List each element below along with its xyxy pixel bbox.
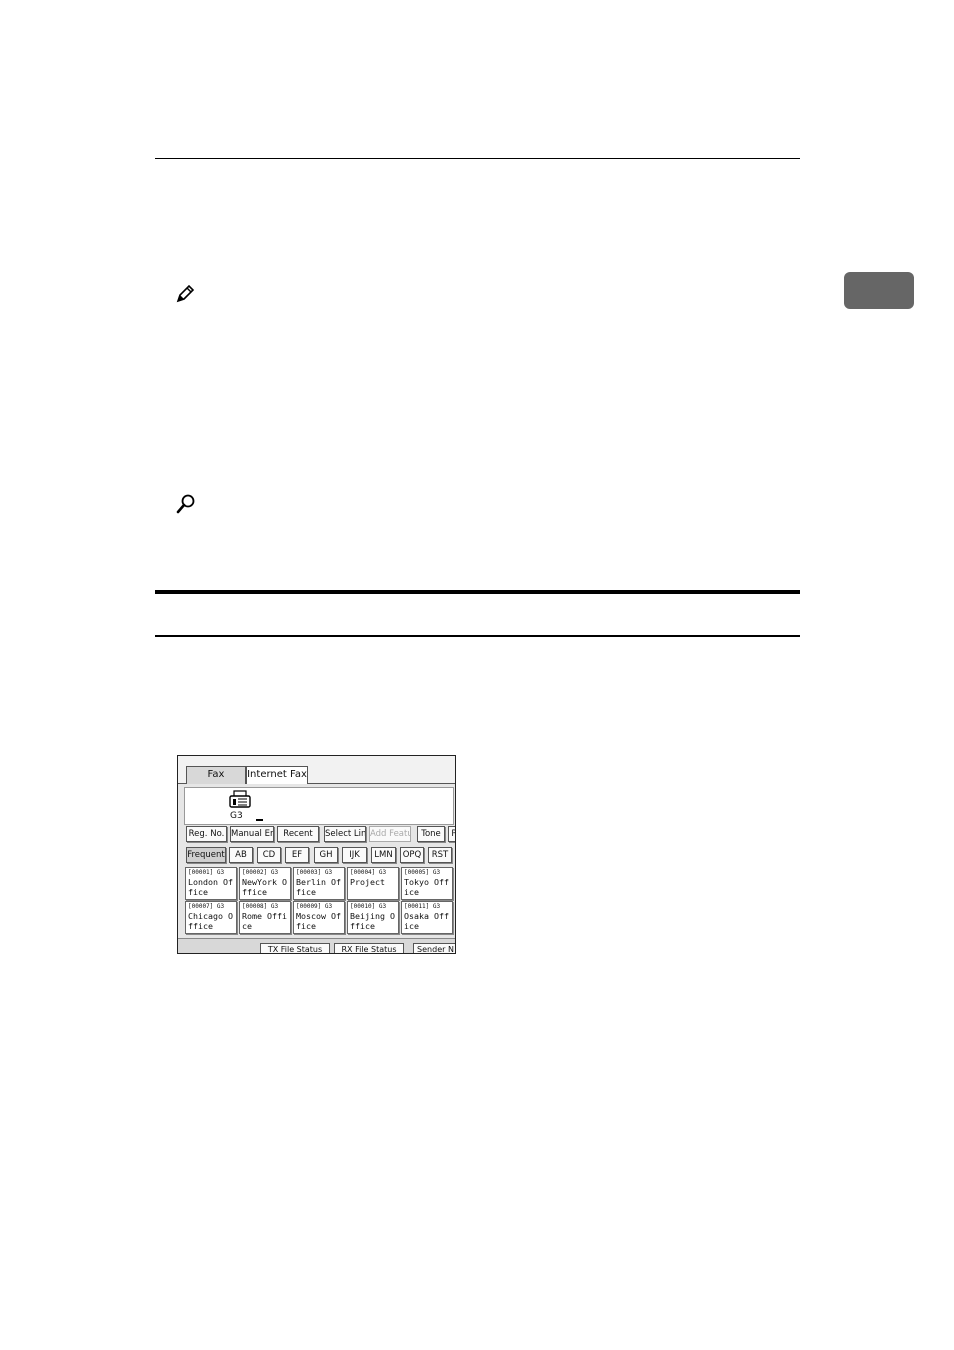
tab-fax[interactable]: Fax xyxy=(186,766,246,784)
chapter-tab xyxy=(844,272,914,309)
destination-name: Rome Office xyxy=(242,911,287,931)
destination-name: Osaka Office xyxy=(404,911,449,931)
pencil-note-icon xyxy=(176,284,195,303)
pause-button[interactable]: P xyxy=(448,826,455,842)
index-tab-opq[interactable]: OPQ xyxy=(400,847,424,863)
line-type-label: G3 xyxy=(230,811,243,821)
magnifier-reference-icon xyxy=(176,494,195,514)
select-line-button[interactable]: Select Line xyxy=(324,826,366,842)
reg-no-button[interactable]: Reg. No. xyxy=(186,826,227,842)
destination-code: [00001] G3 xyxy=(188,869,225,876)
index-tab-ab[interactable]: AB xyxy=(229,847,253,863)
index-tab-lmn[interactable]: LMN xyxy=(371,847,396,863)
tone-button[interactable]: Tone xyxy=(417,826,445,842)
destination-code: [00005] G3 xyxy=(404,869,441,876)
index-tab-ef[interactable]: EF xyxy=(285,847,309,863)
index-tab-cd[interactable]: CD xyxy=(257,847,281,863)
input-cursor xyxy=(256,819,263,821)
destination-key[interactable]: [00009] G3 Moscow Office xyxy=(293,901,345,934)
tx-file-status-button[interactable]: TX File Status xyxy=(260,943,330,953)
destination-key[interactable]: [00002] G3 NewYork Office xyxy=(239,867,291,900)
rx-file-status-button[interactable]: RX File Status xyxy=(334,943,404,953)
index-tab-ijk[interactable]: IJK xyxy=(342,847,367,863)
destination-key[interactable]: [00005] G3 Tokyo Office xyxy=(401,867,453,900)
destination-name: Beijing Office xyxy=(350,911,395,931)
destination-key[interactable]: [00010] G3 Beijing Office xyxy=(347,901,399,934)
destination-name: Tokyo Office xyxy=(404,877,449,897)
destination-code: [00010] G3 xyxy=(350,903,387,910)
destination-name: Project xyxy=(350,877,385,887)
destination-code: [00011] G3 xyxy=(404,903,441,910)
destination-code: [00004] G3 xyxy=(350,869,387,876)
destination-key[interactable]: [00011] G3 Osaka Office xyxy=(401,901,453,934)
destination-display: G3 xyxy=(184,787,454,825)
destination-key[interactable]: [00001] G3 London Office xyxy=(185,867,237,900)
header-rule xyxy=(155,158,800,159)
destination-key[interactable]: [00008] G3 Rome Office xyxy=(239,901,291,934)
destination-code: [00009] G3 xyxy=(296,903,333,910)
destination-code: [00003] G3 xyxy=(296,869,333,876)
destination-name: Moscow Office xyxy=(296,911,341,931)
destination-code: [00002] G3 xyxy=(242,869,279,876)
manual-entry-button[interactable]: Manual Entry xyxy=(230,826,274,842)
destination-name: London Office xyxy=(188,877,233,897)
bottom-button-bar: TX File Status RX File Status Sender N xyxy=(178,938,455,953)
recent-button[interactable]: Recent xyxy=(277,826,319,842)
destination-code: [00008] G3 xyxy=(242,903,279,910)
fax-machine-icon xyxy=(229,790,251,808)
fax-screen: Fax Internet Fax G3 Reg. No. Manual Entr… xyxy=(177,755,456,954)
mode-tabs: Fax Internet Fax xyxy=(178,756,455,784)
index-tab-gh[interactable]: GH xyxy=(314,847,338,863)
destination-name: Berlin Office xyxy=(296,877,341,897)
destination-name: Chicago Office xyxy=(188,911,233,931)
destination-key[interactable]: [00004] G3 Project xyxy=(347,867,399,900)
destination-key[interactable]: [00007] G3 Chicago Office xyxy=(185,901,237,934)
section-rule-thin xyxy=(155,635,800,637)
destination-key[interactable]: [00003] G3 Berlin Office xyxy=(293,867,345,900)
destination-name: NewYork Office xyxy=(242,877,287,897)
add-feature-button[interactable]: Add Feature xyxy=(369,826,411,842)
destination-code: [00007] G3 xyxy=(188,903,225,910)
index-tab-frequent[interactable]: Frequent xyxy=(186,847,226,863)
sender-name-button[interactable]: Sender N xyxy=(413,943,455,953)
section-rule-thick xyxy=(155,590,800,594)
tab-internet-fax[interactable]: Internet Fax xyxy=(246,766,308,784)
index-tab-rst[interactable]: RST xyxy=(428,847,452,863)
